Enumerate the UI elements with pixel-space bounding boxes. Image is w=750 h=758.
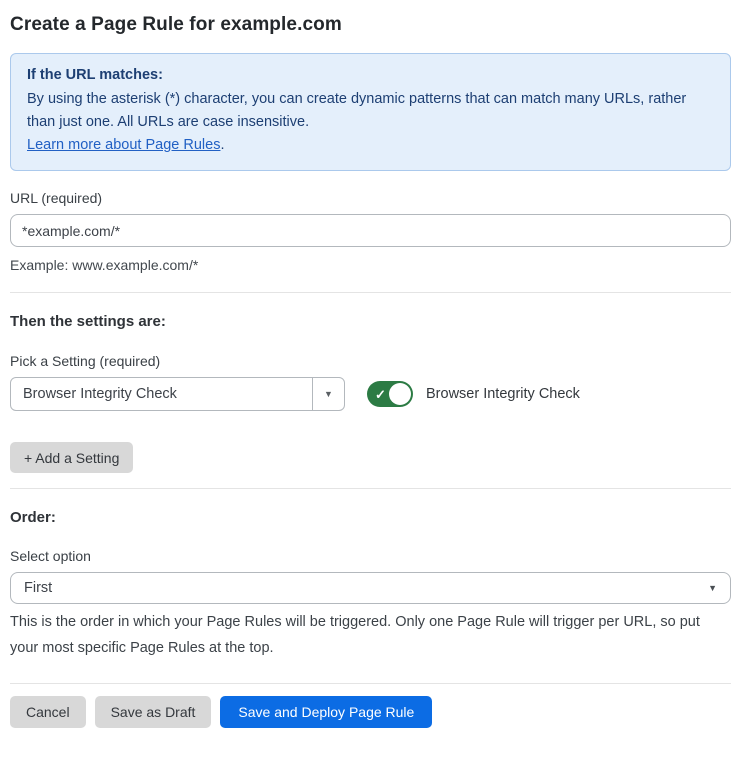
cancel-button[interactable]: Cancel — [10, 696, 86, 728]
toggle-label: Browser Integrity Check — [426, 386, 580, 402]
caret-down-icon: ▼ — [708, 583, 717, 593]
divider — [10, 488, 731, 489]
setting-select-arrow-button[interactable]: ▼ — [312, 378, 344, 410]
toggle-knob — [389, 383, 411, 405]
order-select[interactable]: First ▼ — [10, 572, 731, 604]
url-example-helper: Example: www.example.com/* — [10, 254, 731, 277]
settings-section-heading: Then the settings are: — [10, 313, 731, 330]
divider — [10, 683, 731, 684]
save-draft-button[interactable]: Save as Draft — [95, 696, 212, 728]
caret-down-icon: ▼ — [324, 389, 333, 399]
setting-select[interactable]: Browser Integrity Check ▼ — [10, 377, 345, 411]
footer-buttons: Cancel Save as Draft Save and Deploy Pag… — [10, 696, 731, 728]
order-select-value: First — [24, 580, 52, 596]
setting-select-value: Browser Integrity Check — [11, 378, 312, 410]
link-period: . — [220, 137, 224, 153]
setting-picker-label: Pick a Setting (required) — [10, 353, 731, 369]
info-box-body: By using the asterisk (*) character, you… — [27, 88, 714, 134]
info-link-line: Learn more about Page Rules. — [27, 134, 714, 157]
url-match-info-box: If the URL matches: By using the asteris… — [10, 53, 731, 171]
info-box-heading: If the URL matches: — [27, 64, 714, 87]
page-rule-form: Create a Page Rule for example.com If th… — [0, 0, 750, 758]
learn-more-link[interactable]: Learn more about Page Rules — [27, 137, 220, 153]
check-icon: ✓ — [375, 388, 386, 401]
order-helper-text: This is the order in which your Page Rul… — [10, 609, 731, 661]
save-deploy-button[interactable]: Save and Deploy Page Rule — [220, 696, 432, 728]
order-select-label: Select option — [10, 548, 731, 564]
order-section-heading: Order: — [10, 509, 731, 526]
browser-integrity-toggle[interactable]: ✓ — [367, 381, 413, 407]
divider — [10, 292, 731, 293]
setting-row: Browser Integrity Check ▼ ✓ Browser Inte… — [10, 377, 731, 411]
page-title: Create a Page Rule for example.com — [10, 14, 731, 36]
add-setting-button[interactable]: + Add a Setting — [10, 442, 133, 473]
url-input[interactable] — [10, 214, 731, 247]
url-field-label: URL (required) — [10, 190, 731, 206]
